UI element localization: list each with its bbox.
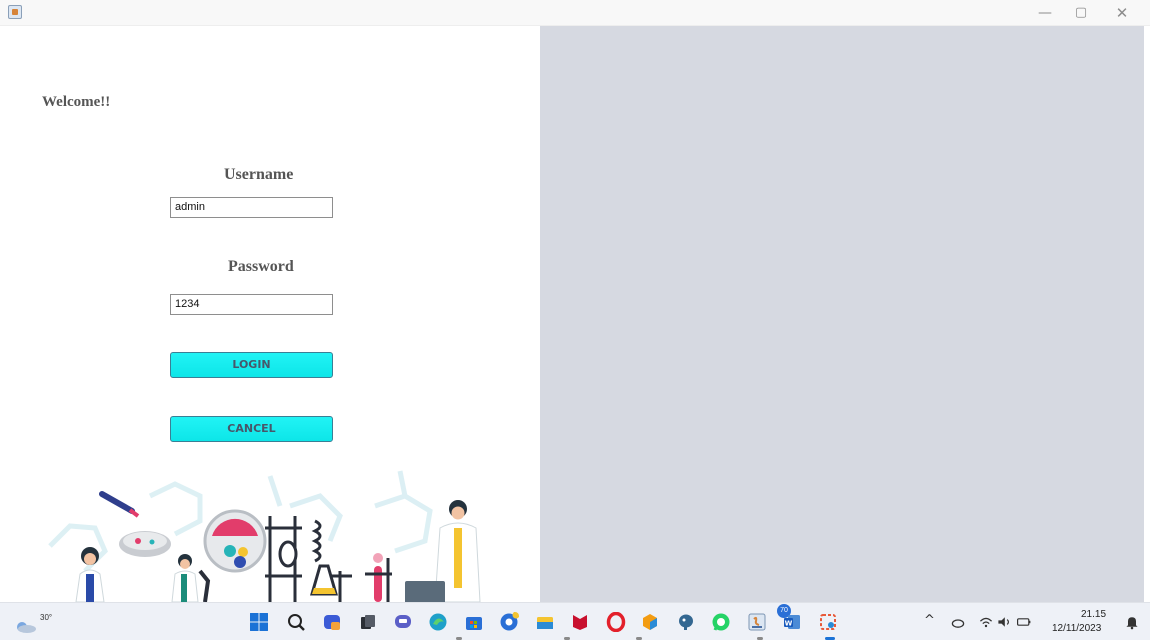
postgres-elephant-icon[interactable] (676, 612, 696, 632)
weather-temp: 30° (40, 613, 53, 622)
pipette-petri (99, 491, 171, 557)
app-cube-icon[interactable] (640, 612, 660, 632)
clock-time[interactable]: 21.15 (1081, 609, 1106, 620)
java-app-icon[interactable] (747, 612, 767, 632)
store-icon[interactable] (464, 612, 484, 632)
word-icon[interactable]: W (782, 612, 802, 632)
scientist-laptop-figure (405, 500, 481, 602)
svg-text:W: W (785, 620, 793, 628)
wifi-icon[interactable] (978, 614, 994, 630)
search-icon[interactable] (286, 612, 306, 632)
task-view-icon[interactable] (358, 612, 378, 632)
whatsapp-icon[interactable] (711, 612, 731, 632)
minimize-button[interactable]: — (1030, 3, 1060, 23)
weather-cloud-icon (17, 622, 36, 633)
lab-apparatus (265, 516, 352, 602)
java-app-icon (8, 5, 22, 19)
close-button[interactable]: ✕ (1107, 3, 1137, 23)
copilot-icon[interactable] (322, 612, 342, 632)
cancel-button[interactable]: CANCEL (170, 416, 333, 442)
scientist-microscope-figure (171, 554, 211, 602)
cloud-icon[interactable] (950, 614, 966, 630)
bacteria-magnifier (203, 509, 267, 573)
weather-widget[interactable]: 30° (12, 609, 52, 635)
edge-icon[interactable] (428, 612, 448, 632)
windows-start-icon[interactable] (249, 612, 269, 632)
test-tube (365, 553, 392, 602)
maximize-button[interactable]: ▢ (1066, 3, 1096, 23)
chrome-icon[interactable] (499, 612, 519, 632)
teams-chat-icon[interactable] (393, 612, 413, 632)
login-panel: Welcome!! Username admin Password 1234 L… (0, 26, 540, 602)
battery-icon[interactable] (1016, 614, 1032, 630)
mcafee-icon[interactable] (570, 612, 590, 632)
welcome-heading: Welcome!! (42, 94, 111, 110)
volume-icon[interactable] (996, 614, 1012, 630)
password-field[interactable]: 1234 (170, 294, 333, 315)
clock-date[interactable]: 12/11/2023 (1052, 623, 1101, 634)
notification-bell-icon[interactable] (1124, 614, 1140, 630)
lab-illustration (48, 470, 481, 602)
snipping-tool-icon[interactable] (818, 612, 838, 632)
opera-icon[interactable] (606, 612, 626, 632)
file-explorer-icon[interactable] (535, 612, 555, 632)
title-bar: — ▢ ✕ (0, 0, 1150, 26)
username-label: Username (224, 166, 294, 183)
login-button[interactable]: LOGIN (170, 352, 333, 378)
password-label: Password (228, 258, 294, 275)
username-field[interactable]: admin (170, 197, 333, 218)
chevron-up-icon[interactable]: ^ (924, 613, 935, 628)
content-area (540, 26, 1144, 602)
taskbar: 30° 70 W ^ 21.15 12/11/2023 (0, 602, 1150, 640)
